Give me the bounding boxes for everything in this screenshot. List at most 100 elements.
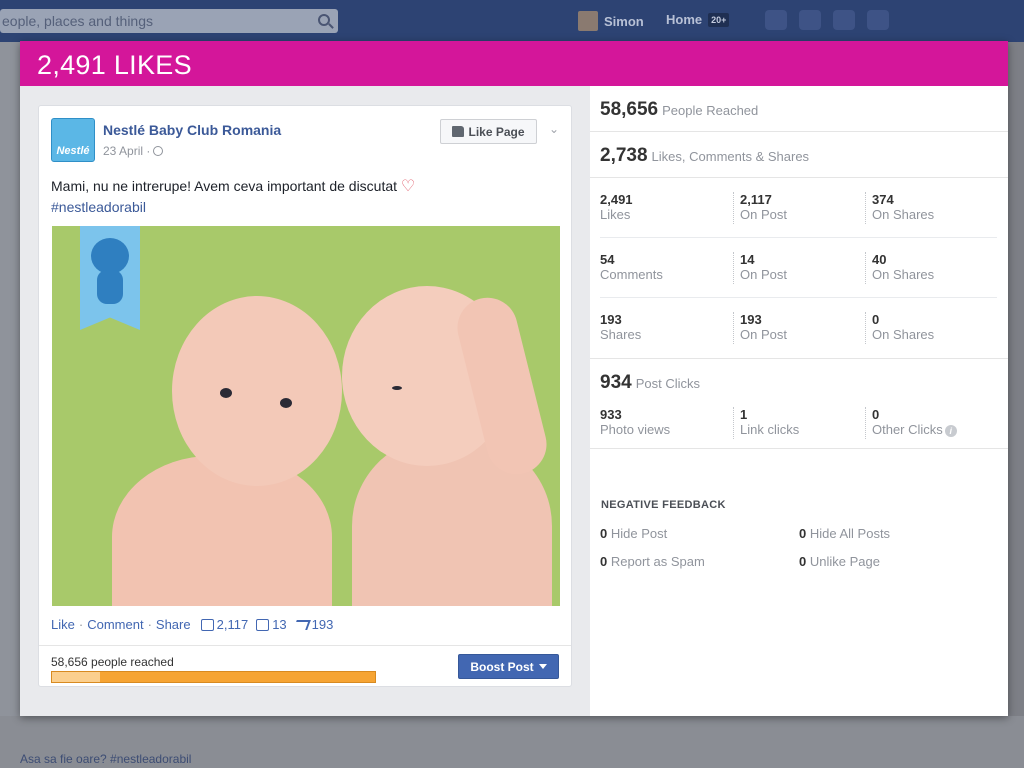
stat-value: 193 xyxy=(740,312,762,327)
overlay-title: 2,491 LIKES xyxy=(37,50,192,80)
engagement-row: 2,738 Likes, Comments & Shares xyxy=(590,132,1008,178)
report-spam-stat: 0 Report as Spam xyxy=(600,554,705,569)
stat-label: Other Clicks i xyxy=(872,422,957,438)
comment-icon xyxy=(256,618,270,631)
notification-icons xyxy=(765,10,889,30)
stat-cell: 14 On Post xyxy=(733,252,787,284)
user-name: Simon xyxy=(604,13,644,29)
stat-value: 0 xyxy=(799,526,807,541)
baby-left-head xyxy=(172,296,342,486)
stats-panel: 58,656 People Reached 2,738 Likes, Comme… xyxy=(590,86,1008,716)
post-message-text: Mami, nu ne intrerupe! Avem ceva importa… xyxy=(51,178,398,194)
stat-cell: 2,117 On Post xyxy=(733,192,787,224)
avatar xyxy=(578,11,598,31)
background-post-text: Asa sa fie oare? #nestleadorabil xyxy=(20,752,192,766)
reach-text: 58,656 people reached xyxy=(51,655,174,669)
comment-link[interactable]: Comment xyxy=(87,617,143,632)
people-reached-row: 58,656 People Reached xyxy=(590,86,1008,132)
messages-icon[interactable] xyxy=(799,10,821,30)
facebook-top-bar: eople, places and things Simon Home 20+ xyxy=(0,0,1024,42)
bear-ribbon-logo xyxy=(80,226,140,330)
overlay-header: 2,491 LIKES xyxy=(20,41,1008,86)
baby-eye xyxy=(280,398,292,408)
post-date[interactable]: 23 April · xyxy=(103,144,164,158)
stat-label: On Shares xyxy=(872,267,935,282)
search-icon[interactable] xyxy=(318,14,330,26)
info-icon[interactable]: i xyxy=(944,425,957,437)
stat-value: 14 xyxy=(740,252,755,267)
home-badge: 20+ xyxy=(708,12,730,27)
hide-post-stat: 0 Hide Post xyxy=(600,526,667,541)
stat-label: Photo views xyxy=(600,422,671,437)
stat-cell: 933 Photo views xyxy=(600,407,670,439)
home-link[interactable]: Home 20+ xyxy=(666,12,730,27)
page-name-link[interactable]: Nestlé Baby Club Romania xyxy=(103,122,281,138)
stat-value: 0 xyxy=(600,554,608,569)
stat-label: Unlike Page xyxy=(809,554,880,569)
stat-label: Report as Spam xyxy=(610,554,705,569)
bear-body xyxy=(97,270,123,304)
stat-value: 40 xyxy=(872,252,887,267)
hashtag-link[interactable]: #nestleadorabil xyxy=(51,199,146,215)
stat-value: 2,117 xyxy=(740,192,772,207)
stat-cell: 40 On Shares xyxy=(865,252,934,284)
post-clicks-value: 934 xyxy=(600,372,632,393)
chevron-down-icon[interactable]: ⌄ xyxy=(549,122,559,136)
share-count[interactable]: 193 xyxy=(292,617,333,632)
post-clicks-section: 934 Post Clicks 933 Photo views 1 Link cli… xyxy=(590,359,1008,449)
like-page-label: Like Page xyxy=(468,124,525,139)
post-clicks-label: Post Clicks xyxy=(635,376,700,391)
engagement-label: Likes, Comments & Shares xyxy=(651,149,810,164)
profile-link[interactable]: Simon xyxy=(578,11,644,31)
stat-label: On Post xyxy=(740,207,787,222)
notifications-icon[interactable] xyxy=(833,10,855,30)
boost-post-button[interactable]: Boost Post xyxy=(458,654,559,679)
stat-label: On Post xyxy=(740,267,787,282)
stat-label: Likes xyxy=(600,207,631,222)
stat-label: Hide Post xyxy=(610,526,668,541)
like-link[interactable]: Like xyxy=(51,617,75,632)
post-footer: 58,656 people reached Boost Post xyxy=(39,645,571,687)
stat-cell: 193 Shares xyxy=(600,312,641,344)
stat-value: 374 xyxy=(872,192,894,207)
stat-value: 193 xyxy=(600,312,622,327)
settings-icon[interactable] xyxy=(867,10,889,30)
hide-all-posts-stat: 0 Hide All Posts xyxy=(799,526,890,541)
other-clicks-label: Other Clicks xyxy=(872,422,943,437)
globe-icon xyxy=(153,146,164,156)
reach-bar-organic xyxy=(52,672,101,682)
search-input[interactable]: eople, places and things xyxy=(0,9,338,33)
search-placeholder: eople, places and things xyxy=(2,13,153,29)
logo-text: Nestlé xyxy=(56,145,90,157)
post-date-text: 23 April · xyxy=(103,144,151,158)
thumbs-up-icon xyxy=(200,618,214,631)
engagement-value: 2,738 xyxy=(600,145,648,166)
post-message: Mami, nu ne intrerupe! Avem ceva importa… xyxy=(51,176,551,217)
stat-value: 1 xyxy=(740,407,748,422)
background-feed: Asa sa fie oare? #nestleadorabil xyxy=(0,716,1024,768)
likes-breakdown: 2,491 Likes 2,117 On Post 374 On Shares xyxy=(600,178,997,238)
comment-count[interactable]: 13 xyxy=(256,617,287,632)
stat-cell: 193 On Post xyxy=(733,312,787,344)
bear-head xyxy=(91,238,129,274)
share-link[interactable]: Share xyxy=(156,617,191,632)
post-photo[interactable] xyxy=(52,226,560,606)
stat-value: 54 xyxy=(600,252,615,267)
thumbs-up-icon xyxy=(452,126,465,137)
stat-cell: 54 Comments xyxy=(600,252,663,284)
stat-value: 933 xyxy=(600,407,622,422)
heart-icon: ♡ xyxy=(400,178,416,195)
like-page-button[interactable]: Like Page xyxy=(440,119,537,144)
page-logo[interactable]: Nestlé xyxy=(51,118,95,162)
reach-bar xyxy=(51,671,376,683)
post-card: Nestlé Nestlé Baby Club Romania 23 April… xyxy=(38,105,572,687)
friends-icon[interactable] xyxy=(765,10,787,30)
stat-value: 0 xyxy=(600,526,608,541)
stat-value: 0 xyxy=(799,554,807,569)
stat-cell: 0 On Shares xyxy=(865,312,934,344)
stat-value: 0 xyxy=(872,407,880,422)
boost-label: Boost Post xyxy=(470,659,534,674)
shares-breakdown: 193 Shares 193 On Post 0 On Shares xyxy=(590,298,1008,359)
stat-value: 0 xyxy=(872,312,880,327)
like-count[interactable]: 2,117 xyxy=(200,617,248,632)
